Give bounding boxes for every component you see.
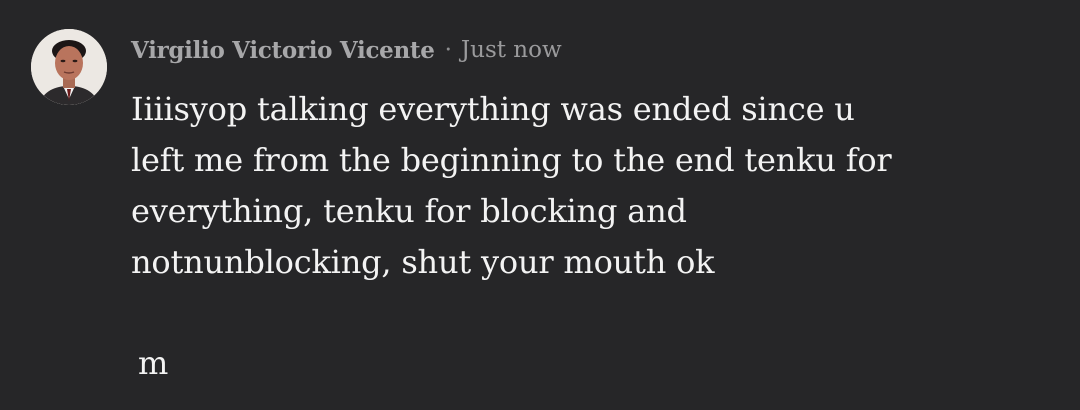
- author-name[interactable]: Virgilio Victorio Vicente: [131, 37, 435, 64]
- message-text: Iiiisyop talking everything was ended si…: [131, 90, 892, 281]
- post-header: Virgilio Victorio Vicente · Just now: [131, 34, 562, 66]
- profile-photo-icon: [31, 29, 107, 105]
- avatar[interactable]: [31, 29, 107, 105]
- message-trailer-text: m: [138, 344, 169, 382]
- post-card: Virgilio Victorio Vicente · Just now Iii…: [0, 0, 1080, 410]
- header-separator: ·: [444, 37, 452, 63]
- timestamp: Just now: [460, 37, 562, 63]
